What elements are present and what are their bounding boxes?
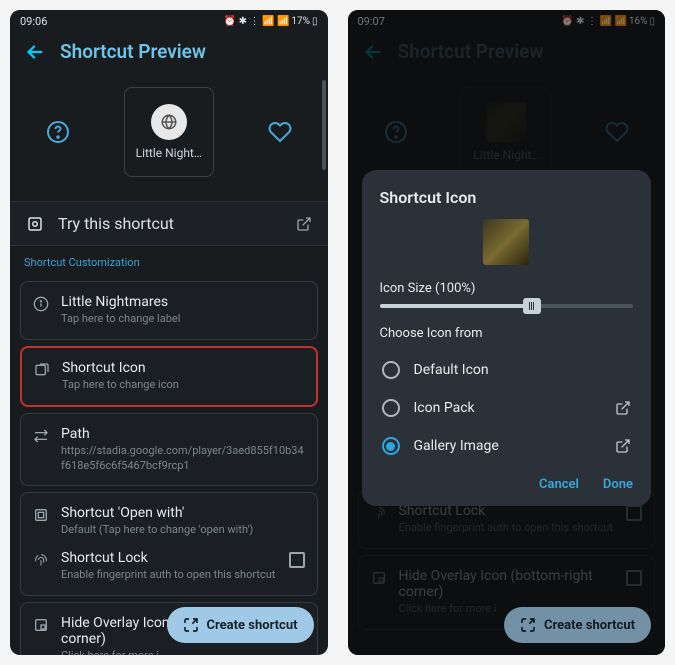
icon-title: Shortcut Icon	[62, 360, 304, 376]
done-button[interactable]: Done	[603, 477, 633, 492]
fab-label: Create shortcut	[544, 618, 635, 633]
overlay-sub: Click here for more i	[61, 649, 277, 655]
cancel-button[interactable]: Cancel	[539, 477, 579, 492]
swap-icon	[33, 428, 49, 444]
back-arrow-icon[interactable]	[24, 41, 46, 63]
fingerprint-icon	[33, 552, 49, 568]
shortcut-preview-card[interactable]: Little Night…	[124, 87, 214, 177]
icon-sub: Tap here to change icon	[62, 378, 304, 393]
lock-title: Shortcut Lock	[61, 550, 277, 566]
openwith-title: Shortcut 'Open with'	[61, 505, 305, 521]
external-link-icon	[615, 400, 631, 416]
image-icon	[34, 362, 50, 378]
dialog-title: Shortcut Icon	[380, 188, 634, 207]
app-header: Shortcut Preview	[10, 32, 328, 77]
lock-sub: Enable fingerprint auth to open this sho…	[61, 568, 277, 583]
slider-knob[interactable]	[523, 298, 541, 314]
create-shortcut-button[interactable]: Create shortcut	[504, 607, 651, 643]
heart-icon[interactable]	[268, 120, 292, 144]
section-label: Shortcut Customization	[10, 246, 328, 275]
openwith-lock-card[interactable]: Shortcut 'Open with' Default (Tap here t…	[20, 492, 318, 596]
radio-icon-pack[interactable]: Icon Pack	[380, 389, 634, 427]
fab-label: Create shortcut	[207, 618, 298, 633]
status-icons: ⏰ ✱ ⋮ 📶 📶 17% ▯	[224, 16, 318, 27]
shortcut-icon-card[interactable]: Shortcut Icon Tap here to change icon	[20, 346, 318, 407]
lock-checkbox[interactable]	[289, 552, 305, 568]
radio-icon	[382, 361, 400, 379]
overlay-icon	[33, 617, 49, 633]
app-icon	[33, 507, 49, 523]
shortcut-icon	[183, 617, 199, 633]
preview-label: Little Night…	[136, 146, 202, 160]
radio-gallery-image[interactable]: Gallery Image	[380, 427, 634, 465]
label-title: Little Nightmares	[61, 294, 305, 310]
radio-icon	[382, 437, 400, 455]
info-icon	[33, 296, 49, 312]
path-card[interactable]: Path https://stadia.google.com/player/3a…	[20, 413, 318, 487]
status-bar: 09:06 ⏰ ✱ ⋮ 📶 📶 17% ▯	[10, 10, 328, 32]
radio-label: Default Icon	[414, 362, 489, 378]
external-link-icon	[615, 438, 631, 454]
page-title: Shortcut Preview	[60, 40, 206, 63]
icon-thumbnail[interactable]	[483, 219, 529, 265]
radio-default-icon[interactable]: Default Icon	[380, 351, 634, 389]
label-sub: Tap here to change label	[61, 312, 305, 327]
try-label: Try this shortcut	[58, 214, 174, 233]
phone-left: 09:06 ⏰ ✱ ⋮ 📶 📶 17% ▯ Shortcut Preview L…	[10, 10, 328, 655]
scrollbar[interactable]	[322, 80, 326, 170]
shortcut-icon-dialog: Shortcut Icon Icon Size (100%) Choose Ic…	[362, 170, 652, 506]
preview-row: Little Night…	[10, 77, 328, 195]
choose-label: Choose Icon from	[380, 326, 634, 341]
radio-icon	[382, 399, 400, 417]
path-title: Path	[61, 426, 305, 442]
globe-icon	[151, 104, 187, 140]
try-shortcut-row[interactable]: Try this shortcut	[10, 201, 328, 246]
help-icon[interactable]	[46, 120, 70, 144]
radio-label: Gallery Image	[414, 438, 499, 454]
status-time: 09:06	[20, 15, 47, 28]
shortcut-icon	[520, 617, 536, 633]
try-icon	[26, 215, 44, 233]
path-sub: https://stadia.google.com/player/3aed855…	[61, 444, 305, 474]
external-link-icon	[296, 216, 312, 232]
label-card[interactable]: Little Nightmares Tap here to change lab…	[20, 281, 318, 340]
phone-right: 09:07 ⏰ ✱ ⋮ 📶 📶 16% ▯ Shortcut Preview L…	[348, 10, 666, 655]
openwith-sub: Default (Tap here to change 'open with')	[61, 523, 305, 538]
icon-size-label: Icon Size (100%)	[380, 281, 634, 296]
create-shortcut-button[interactable]: Create shortcut	[167, 607, 314, 643]
radio-label: Icon Pack	[414, 400, 475, 416]
icon-size-slider[interactable]	[380, 304, 634, 308]
